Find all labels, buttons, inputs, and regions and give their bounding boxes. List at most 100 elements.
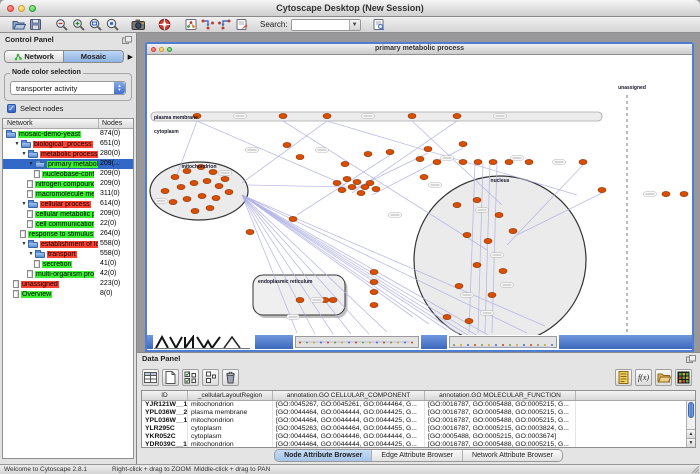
zoom-window-button[interactable] bbox=[29, 5, 36, 12]
float-panel-icon[interactable] bbox=[122, 35, 132, 48]
network-node[interactable] bbox=[473, 197, 481, 202]
network-node[interactable] bbox=[509, 228, 517, 233]
disclosure-triangle-icon[interactable]: ▼ bbox=[20, 151, 28, 157]
scroll-up-button[interactable]: ▲ bbox=[687, 429, 695, 438]
tree-row[interactable]: cellular metabolic process209(0) bbox=[3, 209, 133, 219]
tree-row[interactable]: ▼biological_process651(0) bbox=[3, 139, 133, 149]
table-row[interactable]: YPL036W__1mitochondrion[GO:0044464, GO:0… bbox=[142, 417, 695, 425]
scrollbar-thumb[interactable] bbox=[688, 402, 694, 418]
network-node[interactable] bbox=[366, 180, 374, 185]
network-node[interactable] bbox=[212, 195, 220, 200]
network-frame-titlebar[interactable]: primary metabolic process bbox=[147, 44, 692, 55]
formula-builder-button[interactable]: f(x) bbox=[635, 369, 652, 386]
tab-network[interactable]: Network bbox=[5, 51, 63, 62]
network-node[interactable] bbox=[343, 176, 351, 181]
network-node[interactable] bbox=[329, 297, 337, 302]
tree-row[interactable]: ▼establishment of localizati558(0) bbox=[3, 239, 133, 249]
tree-row[interactable]: macromolecule metabolic311(0) bbox=[3, 189, 133, 199]
network-node[interactable] bbox=[495, 212, 503, 217]
import-attributes-button[interactable] bbox=[655, 369, 672, 386]
disclosure-triangle-icon[interactable]: ▼ bbox=[13, 141, 21, 147]
table-scrollbar[interactable]: ▲ ▼ bbox=[686, 401, 695, 447]
network-node[interactable] bbox=[499, 268, 507, 273]
network-node[interactable] bbox=[296, 297, 304, 302]
network-node[interactable] bbox=[424, 146, 432, 151]
network-node[interactable] bbox=[171, 174, 179, 179]
network-node[interactable] bbox=[420, 174, 428, 179]
tree-row[interactable]: nucleobase-containing com209(0) bbox=[3, 169, 133, 179]
network-node[interactable] bbox=[370, 279, 378, 284]
network-node[interactable] bbox=[323, 113, 331, 118]
table-row[interactable]: YLR295Ccytoplasm[GO:0045263, GO:0044464,… bbox=[142, 425, 695, 433]
minimize-window-button[interactable] bbox=[18, 5, 25, 12]
tree-row[interactable]: ▼cellular process614(0) bbox=[3, 199, 133, 209]
network-node[interactable] bbox=[296, 154, 304, 159]
network-canvas[interactable]: plasma membranecytoplasmmitochondrionnuc… bbox=[147, 55, 692, 335]
network-node[interactable] bbox=[474, 159, 482, 164]
tree-row[interactable]: unassigned223(0) bbox=[3, 279, 133, 289]
network-node[interactable] bbox=[283, 142, 291, 147]
tree-row[interactable]: ▼metabolic process280(0) bbox=[3, 149, 133, 159]
unselect-attributes-button[interactable] bbox=[202, 369, 219, 386]
column-header[interactable]: ID bbox=[142, 391, 188, 400]
table-row[interactable]: YJR121W__1mitochondrion[GO:0045267, GO:0… bbox=[142, 401, 695, 409]
disclosure-triangle-icon[interactable]: ▼ bbox=[20, 201, 28, 207]
table-row[interactable]: YDR039C__1mitochondrion[GO:0044464, GO:0… bbox=[142, 441, 695, 448]
disclosure-triangle-icon[interactable]: ▼ bbox=[20, 241, 28, 247]
network-node[interactable] bbox=[489, 159, 497, 164]
table-row[interactable]: YKR052Ccytoplasm[GO:0044464, GO:0044446,… bbox=[142, 433, 695, 441]
network-node[interactable] bbox=[525, 159, 533, 164]
network-node[interactable] bbox=[215, 183, 223, 188]
network-view-frame[interactable]: primary metabolic process plasma membran… bbox=[145, 42, 694, 352]
node-color-dropdown[interactable]: transporter activity ▲▼ bbox=[10, 81, 126, 95]
tree-row[interactable]: response to stimulus264(0) bbox=[3, 229, 133, 239]
network-node[interactable] bbox=[465, 318, 473, 323]
network-node[interactable] bbox=[453, 113, 461, 118]
network-node[interactable] bbox=[161, 188, 169, 193]
attribute-list-button[interactable] bbox=[615, 369, 632, 386]
apply-layout-button-2[interactable] bbox=[216, 17, 233, 32]
matrix-view-button[interactable] bbox=[675, 369, 692, 386]
tree-row[interactable]: ▼primary metabolic process209(... bbox=[3, 159, 133, 169]
resize-grip-icon[interactable] bbox=[691, 465, 699, 473]
frame-close-button[interactable] bbox=[151, 47, 156, 52]
network-node[interactable] bbox=[246, 229, 254, 234]
attribute-table-button[interactable] bbox=[142, 369, 159, 386]
column-header[interactable]: _cellularLayoutRegion bbox=[188, 391, 273, 400]
help-button[interactable] bbox=[156, 17, 173, 32]
select-nodes-checkbox[interactable]: ✓ bbox=[7, 104, 16, 113]
network-node[interactable] bbox=[372, 186, 380, 191]
open-session-button[interactable] bbox=[10, 17, 27, 32]
network-node[interactable] bbox=[455, 283, 463, 288]
network-node[interactable] bbox=[209, 169, 217, 174]
tab-node-attribute-browser[interactable]: Node Attribute Browser bbox=[275, 450, 371, 461]
column-header[interactable]: annotation.GO CELLULAR_COMPONENT bbox=[273, 391, 425, 400]
network-node[interactable] bbox=[353, 179, 361, 184]
network-node[interactable] bbox=[169, 199, 177, 204]
network-node[interactable] bbox=[177, 184, 185, 189]
tree-row[interactable]: nitrogen compound metab209(0) bbox=[3, 179, 133, 189]
network-node[interactable] bbox=[408, 113, 416, 118]
network-node[interactable] bbox=[416, 156, 424, 161]
tree-row[interactable]: cell communication22(0) bbox=[3, 219, 133, 229]
network-node[interactable] bbox=[338, 187, 346, 192]
network-node[interactable] bbox=[484, 238, 492, 243]
network-node[interactable] bbox=[221, 176, 229, 181]
network-node[interactable] bbox=[183, 196, 191, 201]
column-header[interactable]: annotation.GO MOLECULAR_FUNCTION bbox=[425, 391, 576, 400]
network-node[interactable] bbox=[598, 187, 606, 192]
network-node[interactable] bbox=[459, 159, 467, 164]
network-node[interactable] bbox=[433, 159, 441, 164]
delete-attribute-button[interactable] bbox=[222, 369, 239, 386]
network-node[interactable] bbox=[198, 193, 206, 198]
network-node[interactable] bbox=[289, 216, 297, 221]
zoom-out-button[interactable] bbox=[53, 17, 70, 32]
network-node[interactable] bbox=[191, 208, 199, 213]
disclosure-triangle-icon[interactable]: ▼ bbox=[27, 251, 35, 257]
tree-row[interactable]: multi-organism process42(0) bbox=[3, 269, 133, 279]
tab-network-attribute-browser[interactable]: Network Attribute Browser bbox=[462, 450, 562, 461]
tree-row[interactable]: mosaic-demo-yeast874(0) bbox=[3, 129, 133, 139]
network-node[interactable] bbox=[453, 202, 461, 207]
tab-mosaic[interactable]: Mosaic bbox=[63, 51, 122, 62]
network-node[interactable] bbox=[190, 180, 198, 185]
